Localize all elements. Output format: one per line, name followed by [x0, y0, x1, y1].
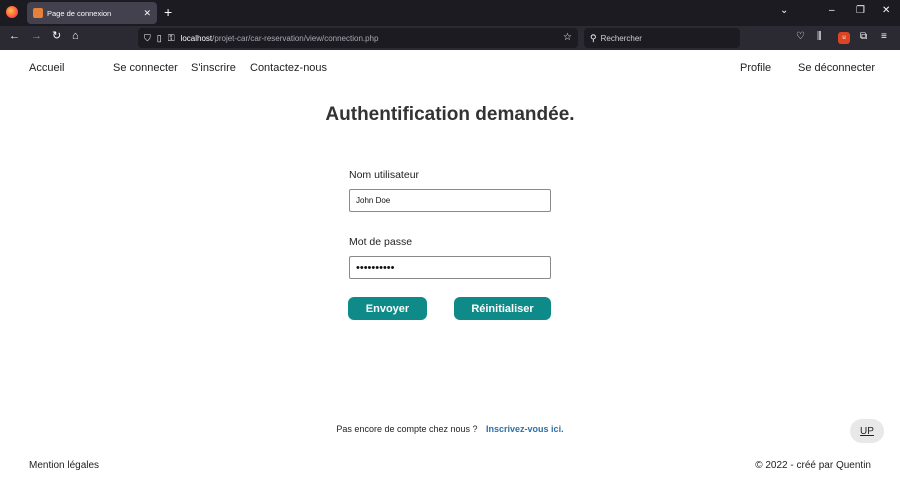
new-tab-icon[interactable]: +: [164, 5, 172, 19]
browser-tab-bar: Page de connexion ✕ + ⌄ – ❐ ✕: [0, 0, 900, 26]
restore-icon[interactable]: ❐: [856, 6, 865, 16]
extensions-puzzle-icon[interactable]: ⧉: [860, 32, 867, 42]
search-placeholder: Rechercher: [600, 33, 642, 43]
username-input[interactable]: [349, 189, 551, 212]
browser-tab[interactable]: Page de connexion ✕: [27, 2, 157, 24]
password-label: Mot de passe: [349, 236, 413, 248]
library-icon[interactable]: ⫼: [817, 32, 822, 42]
page-title: Authentification demandée.: [325, 104, 575, 125]
copyright-text: © 2022 - créé par Quentin: [755, 460, 871, 471]
bookmark-star-icon[interactable]: ☆: [563, 32, 572, 43]
site-navigation: Accueil Se connecter S'inscrire Contacte…: [0, 50, 900, 86]
scroll-up-button[interactable]: UP: [850, 419, 884, 443]
url-host: localhost: [180, 33, 213, 43]
nav-contact-link[interactable]: Contactez-nous: [250, 62, 327, 74]
legal-mentions-link[interactable]: Mention légales: [29, 460, 99, 471]
back-icon[interactable]: ←: [9, 31, 20, 42]
shield-icon[interactable]: ⛉: [144, 33, 151, 43]
close-tab-icon[interactable]: ✕: [143, 8, 151, 18]
reset-button[interactable]: Réinitialiser: [454, 297, 551, 320]
password-input[interactable]: [349, 256, 551, 279]
nav-login-link[interactable]: Se connecter: [113, 62, 178, 74]
pocket-icon[interactable]: ♡: [796, 32, 805, 42]
tab-favicon-icon: [33, 8, 43, 18]
firefox-logo-icon: [6, 6, 18, 18]
browser-toolbar: ← → ↻ ⌂ ⛉ ▯ ⚿ localhost /projet-car/car-…: [0, 26, 900, 50]
nav-home-link[interactable]: Accueil: [29, 62, 64, 74]
nav-logout-link[interactable]: Se déconnecter: [798, 62, 875, 74]
signup-prompt: Pas encore de compte chez nous ? Inscriv…: [0, 424, 900, 434]
extension-icon[interactable]: u: [838, 32, 850, 44]
search-bar[interactable]: ⚲ Rechercher: [584, 28, 740, 48]
url-bar[interactable]: ⛉ ▯ ⚿ localhost /projet-car/car-reservat…: [138, 28, 578, 48]
signup-link[interactable]: Inscrivez-vous ici.: [486, 424, 564, 434]
tab-title: Page de connexion: [47, 8, 112, 18]
url-path: /projet-car/car-reservation/view/connect…: [212, 33, 379, 43]
submit-button[interactable]: Envoyer: [348, 297, 427, 320]
key-icon[interactable]: ⚿: [168, 33, 175, 43]
page-icon: ▯: [156, 32, 162, 43]
search-icon: ⚲: [590, 32, 597, 43]
menu-icon[interactable]: ≡: [881, 32, 887, 42]
reload-icon[interactable]: ↻: [52, 31, 61, 42]
signup-text: Pas encore de compte chez nous ?: [336, 424, 478, 434]
home-icon[interactable]: ⌂: [72, 31, 79, 42]
list-tabs-icon[interactable]: ⌄: [780, 6, 788, 16]
nav-profile-link[interactable]: Profile: [740, 62, 771, 74]
forward-icon[interactable]: →: [31, 31, 42, 42]
username-label: Nom utilisateur: [349, 169, 420, 181]
close-window-icon[interactable]: ✕: [882, 6, 890, 16]
nav-register-link[interactable]: S'inscrire: [191, 62, 236, 74]
minimize-icon[interactable]: –: [829, 6, 835, 16]
